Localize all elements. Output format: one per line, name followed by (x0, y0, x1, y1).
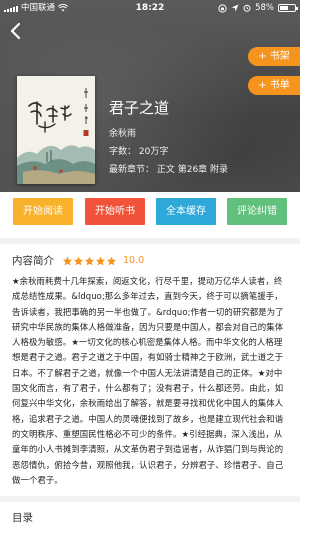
location-icon (231, 4, 239, 12)
book-title: 君子之道 (109, 99, 170, 117)
toc-label[interactable]: 目录 (12, 510, 33, 525)
alarm-icon (243, 4, 251, 12)
cover-author-mark (83, 88, 89, 136)
book-info: 君子之道 余秋雨 字数： 20万字 最新章节： 正文 第26章 附录 (109, 97, 228, 180)
intro-header: 内容简介 10.0 (12, 253, 144, 268)
battery-percent: 58% (255, 3, 274, 13)
start-listening-button[interactable]: 开始听书 (85, 198, 145, 225)
section-divider (0, 238, 300, 244)
battery-level (280, 6, 288, 10)
rating-score: 10.0 (123, 255, 145, 266)
lock-rotation-icon (218, 3, 227, 13)
book-cover[interactable] (17, 76, 95, 184)
add-to-list-button[interactable]: + 书单 (248, 76, 300, 95)
book-header: 中国联通 18:22 58% + 书架 + 书单 君子之道 余秋雨 字数： 20… (0, 0, 300, 192)
download-all-button[interactable]: 全本缓存 (156, 198, 216, 225)
book-word-count: 字数： 20万字 (109, 147, 169, 157)
start-reading-button[interactable]: 开始阅读 (13, 198, 73, 225)
star-icon (106, 256, 117, 265)
intro-text: ★余秋雨耗费十几年探索，阅返文化，行尽千里，提动万亿华人读者，终成总结性成果。&… (12, 276, 284, 485)
chevron-left-icon (10, 22, 21, 40)
add-to-shelf-button[interactable]: + 书架 (248, 47, 300, 66)
rating-stars (62, 256, 117, 266)
status-bar: 中国联通 18:22 58% (0, 0, 300, 16)
star-icon (62, 256, 73, 265)
intro-label: 内容简介 (12, 255, 54, 267)
star-icon (84, 256, 95, 265)
back-button[interactable] (8, 22, 24, 40)
book-latest-chapter[interactable]: 最新章节： 正文 第26章 附录 (109, 162, 228, 175)
star-icon (95, 256, 106, 265)
book-author[interactable]: 余秋雨 (109, 126, 228, 139)
status-right: 58% (218, 0, 298, 16)
battery-icon (278, 4, 298, 12)
comment-correct-button[interactable]: 评论纠错 (227, 198, 287, 225)
star-icon (73, 256, 84, 265)
section-divider (0, 496, 300, 502)
action-bar: 开始阅读 开始听书 全本缓存 评论纠错 (0, 198, 300, 225)
